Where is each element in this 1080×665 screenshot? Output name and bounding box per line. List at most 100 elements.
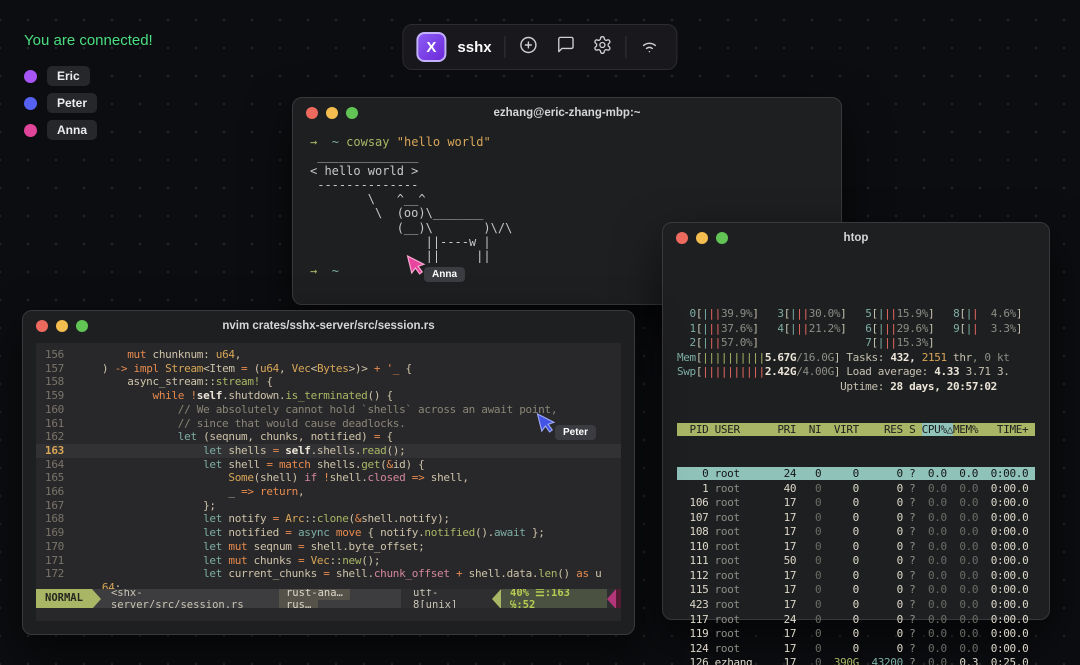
user-name-pill[interactable]: Anna bbox=[47, 120, 97, 140]
code-line: 165 Some(shell) if !shell.closed => shel… bbox=[36, 471, 621, 485]
window-titlebar[interactable]: nvim crates/sshx-server/src/session.rs bbox=[23, 311, 634, 341]
user-name-pill[interactable]: Peter bbox=[47, 93, 98, 113]
file-encoding: utf-8[unix] bbox=[413, 589, 458, 608]
line-number: 156 bbox=[45, 348, 77, 361]
line-number: 159 bbox=[45, 389, 77, 403]
line-number: 172 bbox=[45, 567, 77, 581]
lsp-chip: rus… bbox=[278, 597, 319, 608]
sshx-session-page: You are connected! Eric Peter Anna X sshx bbox=[0, 0, 1080, 665]
network-button[interactable] bbox=[636, 33, 664, 61]
code-line: 166 _ => return, bbox=[36, 485, 621, 499]
user-row: Peter bbox=[24, 93, 98, 113]
user-color-dot bbox=[24, 123, 37, 137]
powerline-separator-icon bbox=[607, 589, 617, 608]
powerline-separator-icon bbox=[91, 589, 101, 608]
close-window-icon[interactable] bbox=[676, 232, 688, 244]
zoom-window-icon[interactable] bbox=[716, 232, 728, 244]
process-row[interactable]: 126 ezhang 17 0 390G 43200 ? 0.0 0.3 0:2… bbox=[677, 656, 1035, 665]
line-number: 168 bbox=[45, 512, 77, 526]
process-row[interactable]: 115 root 17 0 0 0 ? 0.0 0.0 0:00.0 bbox=[677, 583, 1035, 598]
sshx-logo[interactable]: X bbox=[416, 32, 447, 62]
minimize-window-icon[interactable] bbox=[696, 232, 708, 244]
vim-mode-indicator: NORMAL bbox=[36, 589, 92, 608]
terminal-window-nvim: nvim crates/sshx-server/src/session.rs 1… bbox=[22, 310, 635, 635]
code-line: 169 let notified = async move { notify.n… bbox=[36, 526, 621, 540]
chat-button[interactable] bbox=[552, 33, 580, 61]
window-titlebar[interactable]: ezhang@eric-zhang-mbp:~ bbox=[293, 98, 841, 128]
user-row: Anna bbox=[24, 120, 97, 140]
process-row[interactable]: 117 root 24 0 0 0 ? 0.0 0.0 0:00.0 bbox=[677, 613, 1035, 628]
new-terminal-button[interactable] bbox=[515, 33, 543, 61]
gear-icon bbox=[593, 35, 613, 60]
terminal-screen[interactable]: 0[|||39.9%] 3[|||30.0%] 5[|||15.9%] 8[||… bbox=[663, 253, 1049, 665]
user-row: Eric bbox=[24, 66, 97, 86]
line-number: 157 bbox=[45, 361, 77, 375]
plus-circle-icon bbox=[519, 35, 539, 60]
line-number: 169 bbox=[45, 526, 77, 540]
settings-button[interactable] bbox=[589, 33, 617, 61]
process-row[interactable]: 423 root 17 0 0 0 ? 0.0 0.0 0:00.0 bbox=[677, 598, 1035, 613]
close-window-icon[interactable] bbox=[36, 320, 48, 332]
remote-cursor-label: Peter bbox=[555, 425, 597, 440]
code-line: 168 let notify = Arc::clone(&shell.notif… bbox=[36, 512, 621, 526]
window-titlebar[interactable]: htop bbox=[663, 223, 1049, 253]
nvim-statusline: NORMAL <shx-server/src/session.rs rust-a… bbox=[36, 589, 621, 608]
code-line: 172 let current_chunks = shell.chunk_off… bbox=[36, 567, 621, 581]
toolbar-divider bbox=[504, 36, 506, 58]
app-toolbar: X sshx bbox=[402, 24, 678, 70]
process-row[interactable]: 108 root 17 0 0 0 ? 0.0 0.0 0:00.0 bbox=[677, 525, 1035, 540]
code-line: 156 mut chunknum: u64, bbox=[36, 348, 621, 362]
user-list: Eric Peter Anna bbox=[24, 66, 98, 140]
process-row[interactable]: 111 root 50 0 0 0 ? 0.0 0.0 0:00.0 bbox=[677, 554, 1035, 569]
process-row[interactable]: 110 root 17 0 0 0 ? 0.0 0.0 0:00.0 bbox=[677, 540, 1035, 555]
zoom-window-icon[interactable] bbox=[346, 107, 358, 119]
file-path: <shx-server/src/session.rs bbox=[110, 589, 244, 608]
statusline-left: <shx-server/src/session.rs rust-ana… rus… bbox=[100, 589, 402, 608]
line-number: 160 bbox=[45, 402, 77, 416]
line-number: 166 bbox=[45, 485, 77, 499]
process-row[interactable]: 107 root 17 0 0 0 ? 0.0 0.0 0:00.0 bbox=[677, 511, 1035, 526]
editor-buffer[interactable]: 156 mut chunknum: u64, 157 ) -> impl Stre… bbox=[36, 343, 621, 595]
minimize-window-icon[interactable] bbox=[56, 320, 68, 332]
chat-bubble-icon bbox=[556, 35, 575, 59]
line-number: 158 bbox=[45, 375, 77, 389]
wifi-icon bbox=[640, 35, 660, 60]
code-line: 167 }; bbox=[36, 499, 621, 513]
minimize-window-icon[interactable] bbox=[326, 107, 338, 119]
remote-cursor-label: Anna bbox=[424, 267, 465, 282]
process-row[interactable]: 0 root 24 0 0 0 ? 0.0 0.0 0:00.0 bbox=[677, 467, 1035, 482]
code-line: 164 let shell = match shells.get(&id) { bbox=[36, 458, 621, 472]
line-number: 165 bbox=[45, 471, 77, 485]
htop-table-header[interactable]: PID USER PRI NI VIRT RES S CPU%△MEM% TIM… bbox=[677, 423, 1035, 438]
terminal-screen[interactable]: 156 mut chunknum: u64, 157 ) -> impl Stre… bbox=[36, 343, 621, 621]
code-line: 163 let shells = self.shells.read(); bbox=[36, 443, 621, 458]
process-row[interactable]: 124 root 17 0 0 0 ? 0.0 0.0 0:00.0 bbox=[677, 642, 1035, 657]
process-row[interactable]: 106 root 17 0 0 0 ? 0.0 0.0 0:00.0 bbox=[677, 496, 1035, 511]
statusline-end-cap bbox=[616, 589, 621, 608]
code-line: 171 let mut chunks = Vec::new(); bbox=[36, 554, 621, 568]
user-name-pill[interactable]: Eric bbox=[47, 66, 90, 86]
process-row[interactable]: 119 root 17 0 0 0 ? 0.0 0.0 0:00.0 bbox=[677, 627, 1035, 642]
user-color-dot bbox=[24, 96, 37, 110]
code-line: 162 let (seqnum, chunks, notified) = { bbox=[36, 430, 621, 444]
app-title: sshx bbox=[457, 38, 492, 56]
window-controls bbox=[36, 320, 88, 332]
htop-process-list[interactable]: 0 root 24 0 0 0 ? 0.0 0.0 0:00.0 1 root … bbox=[677, 467, 1035, 665]
line-number: 163 bbox=[45, 443, 77, 457]
lsp-chips: rust-ana… rus… bbox=[278, 589, 391, 608]
zoom-window-icon[interactable] bbox=[76, 320, 88, 332]
code-line: 159 while !self.shutdown.is_terminated()… bbox=[36, 389, 621, 403]
window-title: nvim crates/sshx-server/src/session.rs bbox=[222, 320, 435, 332]
process-row[interactable]: 112 root 17 0 0 0 ? 0.0 0.0 0:00.0 bbox=[677, 569, 1035, 584]
window-controls bbox=[676, 232, 728, 244]
code-line: 158 async_stream::stream! { bbox=[36, 375, 621, 389]
powerline-separator-icon bbox=[492, 589, 501, 608]
window-title: htop bbox=[843, 232, 869, 244]
process-row[interactable]: 1 root 40 0 0 0 ? 0.0 0.0 0:00.0 bbox=[677, 482, 1035, 497]
line-number: 170 bbox=[45, 539, 77, 553]
close-window-icon[interactable] bbox=[306, 107, 318, 119]
cursor-position: 40% ☰:163 ℅:52 bbox=[501, 589, 608, 608]
code-line: 157 ) -> impl Stream<Item = (u64, Vec<By… bbox=[36, 362, 621, 376]
line-number: 164 bbox=[45, 457, 77, 471]
user-color-dot bbox=[24, 69, 37, 83]
